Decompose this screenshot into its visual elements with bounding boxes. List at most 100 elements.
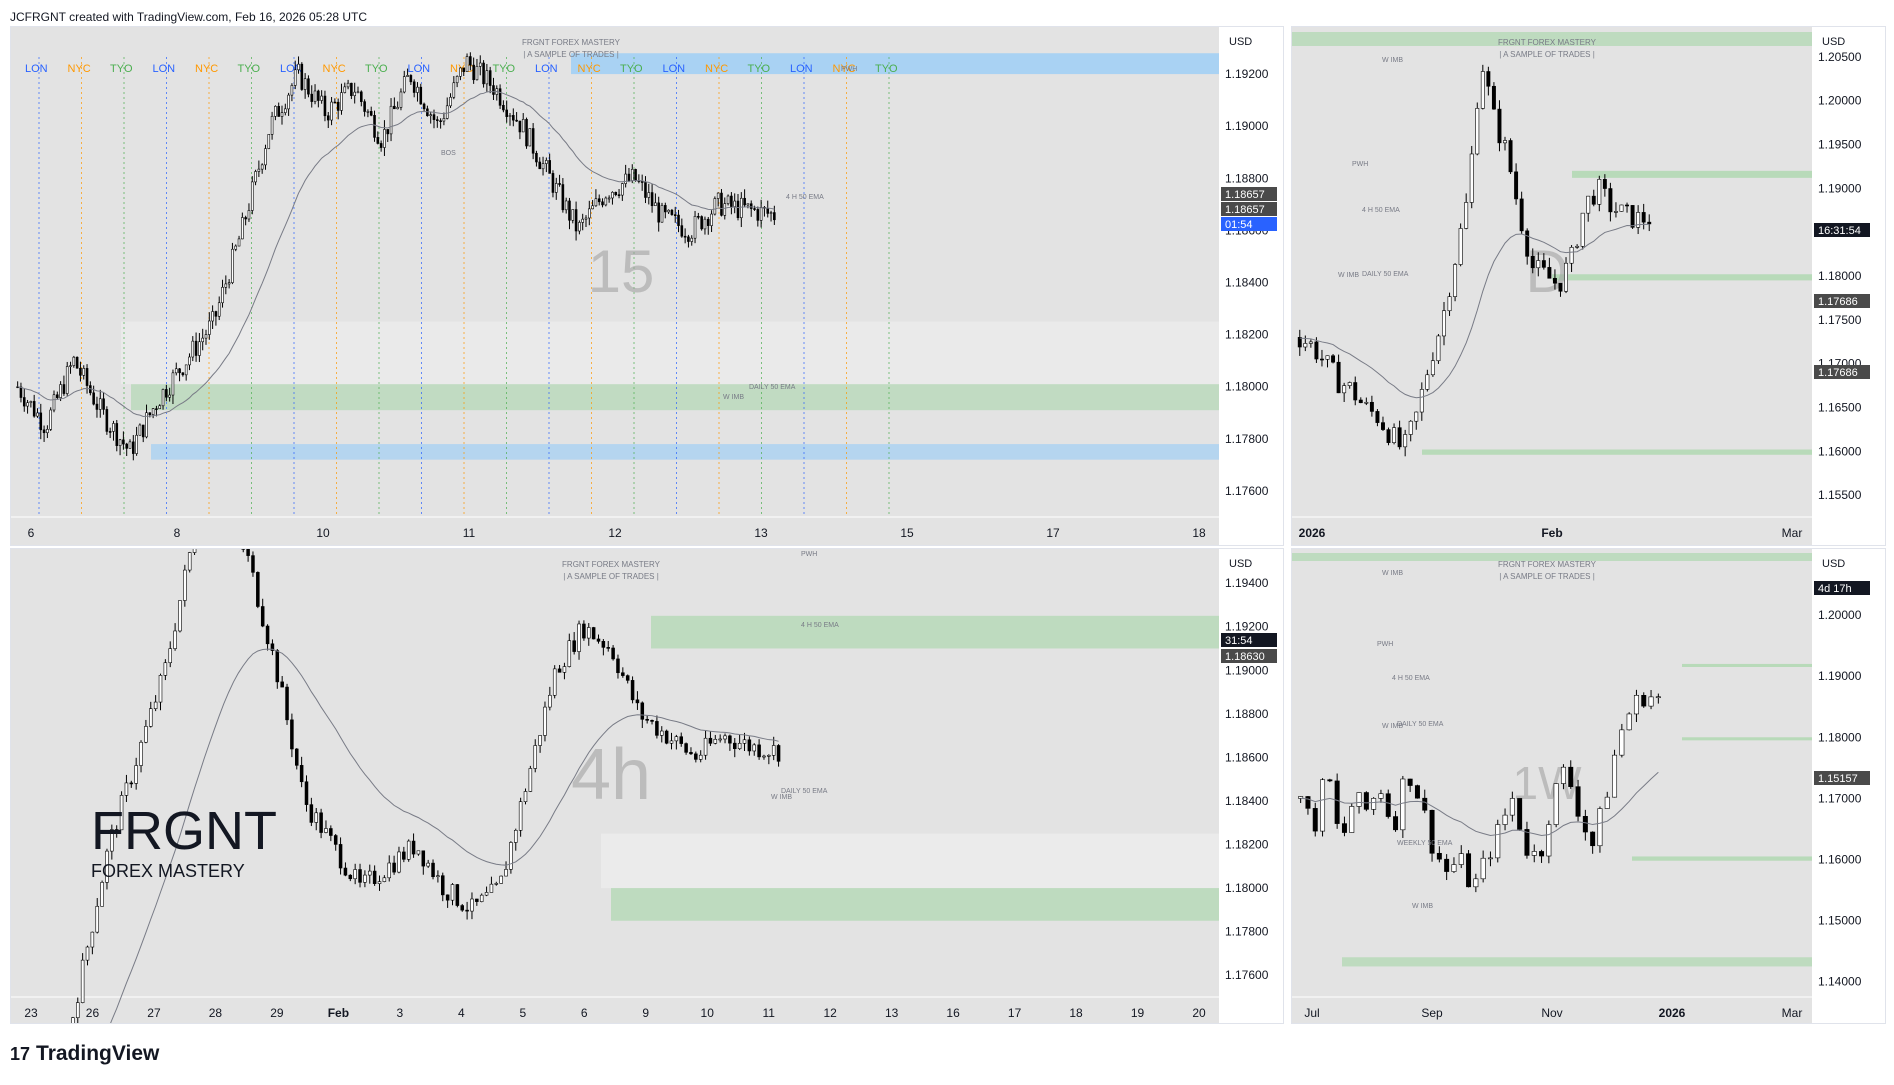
x-tick-label: Feb [1541,526,1562,540]
candle-body [92,392,95,405]
candle-body [771,745,776,756]
candle-body [71,1017,75,1023]
candle-body [538,161,542,170]
y-tick-label: 1.20000 [1818,608,1862,622]
candle-body [1464,202,1469,229]
candle-body [32,401,36,417]
candle-body [191,340,195,358]
y-tick-label: 1.17800 [1225,432,1269,446]
candle-body [208,320,211,335]
candle-body [297,63,300,71]
candle-body [1458,853,1464,865]
candle-body [1517,798,1523,830]
candle-body [1375,411,1380,423]
y-tick-label: 1.20500 [1818,50,1862,64]
candle-body [290,719,294,750]
candle-body [1305,796,1311,809]
annotation-label: W IMB [1382,57,1403,64]
x-tick-label: 3 [396,1006,403,1020]
y-tick-label: 1.16000 [1818,853,1862,867]
candle-body [720,192,723,216]
candle-body [1408,420,1413,435]
chart-panel-15m[interactable]: LON NYC TYO LON NYC TYO LON NYC TYO LON NYC TYO LON N… [10,26,1284,546]
candle-body [581,218,584,223]
candle-body [1602,179,1607,189]
candle-body [217,302,221,317]
candle-body [640,181,644,183]
candle-body [504,869,508,877]
candle-body [645,718,649,721]
candle-body [372,870,377,884]
y-tick-label: 1.18000 [1818,730,1862,744]
candle-body [1453,264,1458,297]
candle-body [723,203,727,216]
candle-body [139,741,143,766]
range-zone [601,833,1219,889]
candle-body [1495,824,1501,859]
y-tick-label: 1.17800 [1225,925,1269,939]
candle-body [246,549,250,556]
chart-svg: 1WFRGNT FOREX MASTERY| A SAMPLE OF TRADE… [1292,549,1885,1023]
candle-body [482,62,485,85]
candle-body [95,403,99,410]
annotation-label: PWH [801,551,817,558]
candle-body [416,86,419,93]
candle-body [591,205,594,210]
candle-body [460,905,464,911]
candle-body [343,86,347,93]
candle-body [149,708,153,727]
chart-panel-4h[interactable]: 4h FRGNT FOREX MASTERY | A SAMPLE OF TRADE… [10,548,1284,1024]
candle-body [299,765,304,783]
candle-body [171,372,175,396]
candle-body [762,755,766,758]
candle-body [373,115,376,138]
candle-body [234,245,238,250]
candle-body [572,640,576,652]
candle-body [422,103,426,110]
candle-body [277,106,280,117]
y-tick-label: 1.17000 [1818,791,1862,805]
candle-body [664,205,667,213]
candle-body [323,95,327,117]
x-tick-label: 15 [900,526,914,540]
candle-body [1353,382,1358,401]
y-tick-label: 1.19400 [1225,576,1269,590]
x-tick-label: 13 [885,1006,899,1020]
candle-body [465,56,469,72]
x-tick-label: 28 [209,1006,223,1020]
candle-body [188,356,191,366]
candle-body [132,441,135,454]
candle-body [657,202,660,223]
weekly-zone [1342,957,1812,967]
candle-body [499,875,503,884]
candle-body [1524,829,1530,856]
candle-body [151,408,155,415]
tradingview-brand[interactable]: 17 TradingView [10,1042,159,1066]
x-tick-label: Jul [1304,1006,1319,1020]
watermark-title: FRGNT FOREX MASTERY [522,38,621,47]
candle-body [664,730,669,744]
x-tick-label: 18 [1069,1006,1083,1020]
session-label: TYO [493,63,516,75]
chart-panel-weekly[interactable]: 1W FRGNT FOREX MASTERY | A SAMPLE OF TRADE… [1291,548,1886,1024]
candle-body [562,666,567,673]
candle-body [436,875,440,878]
candle-body [1536,260,1541,269]
candle-body [105,409,109,432]
candle-body [431,862,435,878]
candle-body [766,208,770,214]
candle-body [396,107,399,110]
chart-svg: D FRGNT FOREX MASTERY | A SAMPLE OF TRADES… [1292,27,1885,545]
candle-body [125,443,128,449]
chart-panel-daily[interactable]: D FRGNT FOREX MASTERY | A SAMPLE OF TRADES… [1291,26,1886,546]
candle-body [1320,779,1326,832]
candle-body [528,768,533,792]
candle-body [1436,335,1441,362]
candle-body [667,209,670,213]
candle-body [1364,401,1369,404]
candle-body [280,112,284,117]
candle-body [392,862,396,873]
candle-body [402,76,406,93]
candle-body [260,606,265,627]
candle-body [436,119,439,121]
